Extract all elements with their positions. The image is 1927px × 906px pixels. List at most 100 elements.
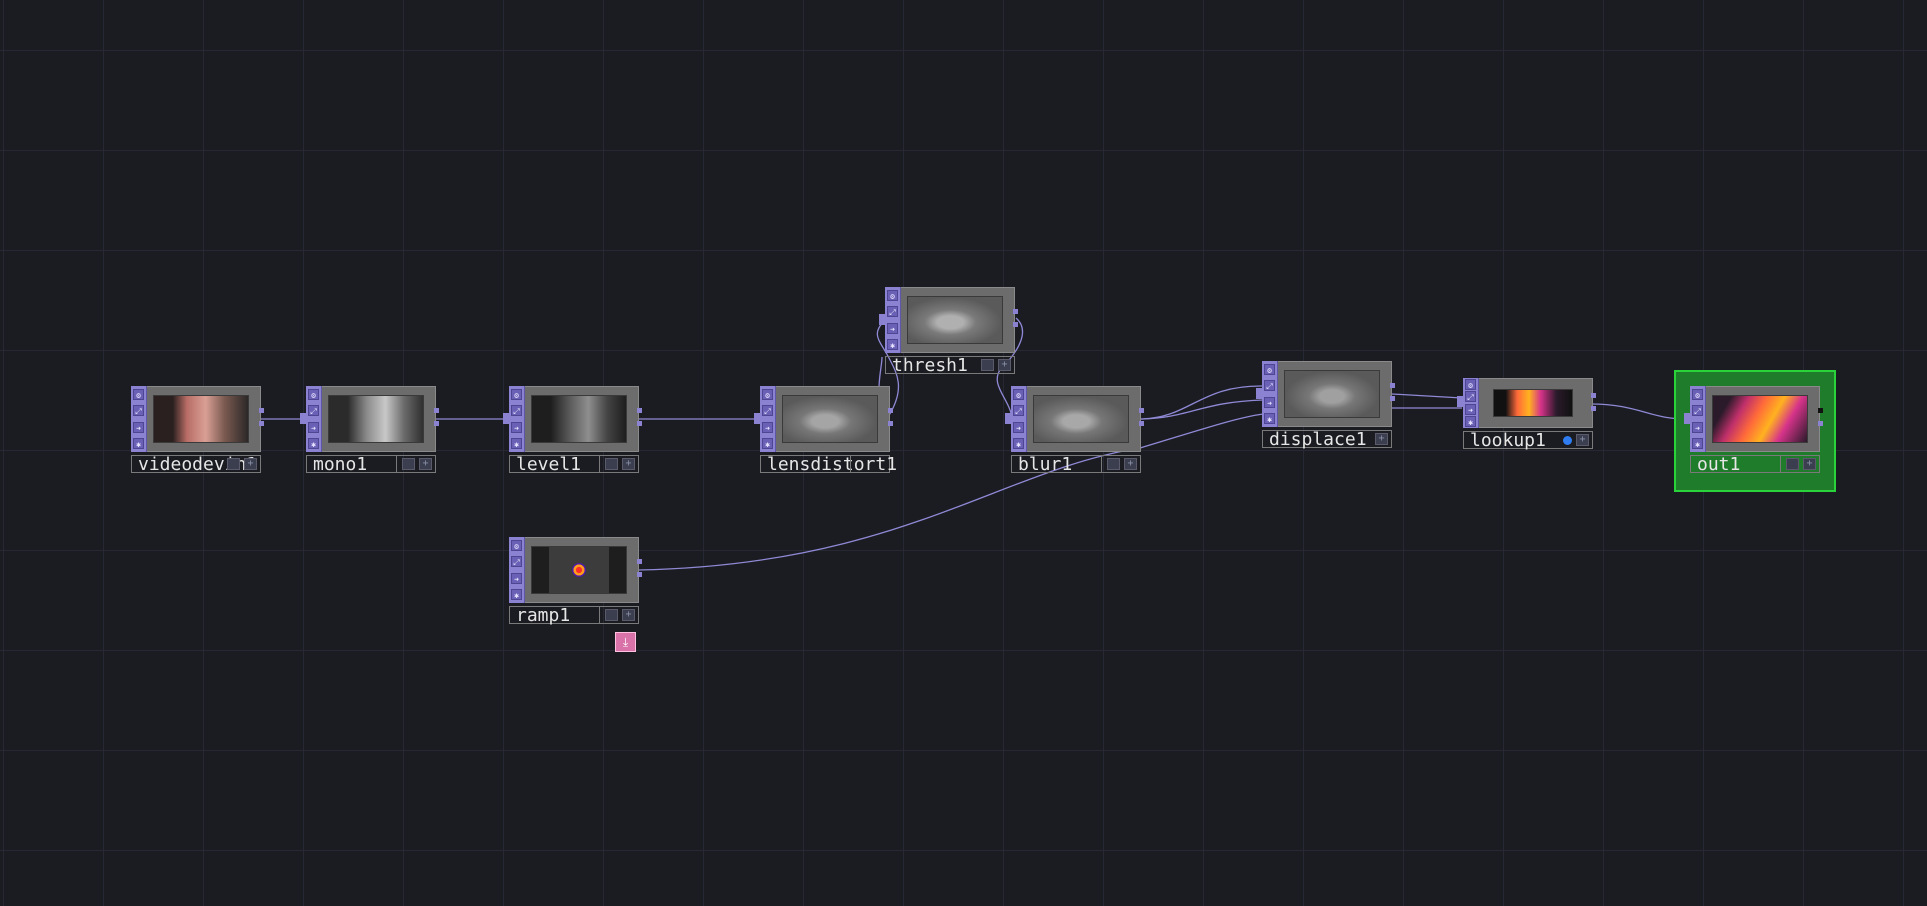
add-icon[interactable]: + xyxy=(1576,434,1589,446)
lock-icon[interactable]: ✱ xyxy=(1692,438,1703,450)
node-outlet[interactable] xyxy=(1591,393,1596,411)
viewer-toggle-button[interactable] xyxy=(402,458,415,470)
bypass-icon[interactable]: ⤢ xyxy=(511,405,522,417)
node-out1[interactable]: ⚙ ⤢ ➜ ✱ out1 + xyxy=(1684,386,1823,476)
add-icon[interactable]: + xyxy=(1124,458,1137,470)
node-mono1[interactable]: ⚙ ⤢ ➜ ✱ mono1 + xyxy=(300,386,439,476)
lock-icon[interactable]: ✱ xyxy=(762,438,773,450)
gear-icon[interactable]: ⚙ xyxy=(511,539,522,551)
node-outlet[interactable] xyxy=(637,559,642,577)
node-level1[interactable]: ⚙ ⤢ ➜ ✱ level1 + xyxy=(503,386,642,476)
node-thumbnail xyxy=(531,546,627,594)
node-outlet[interactable] xyxy=(259,408,264,426)
display-icon[interactable]: ➜ xyxy=(887,322,898,334)
display-icon[interactable]: ➜ xyxy=(1013,421,1024,433)
bypass-icon[interactable]: ⤢ xyxy=(1692,405,1703,417)
gear-icon[interactable]: ⚙ xyxy=(133,388,144,400)
lock-icon[interactable]: ✱ xyxy=(133,438,144,450)
node-outlet[interactable] xyxy=(888,408,893,426)
gear-icon[interactable]: ⚙ xyxy=(1264,363,1275,375)
bypass-icon[interactable]: ⤢ xyxy=(1264,380,1275,392)
add-icon[interactable]: + xyxy=(998,359,1011,371)
node-displace1[interactable]: ⚙ ⤢ ➜ ✱ displace1 + xyxy=(1256,361,1395,451)
add-icon[interactable]: + xyxy=(1375,433,1388,445)
gear-icon[interactable]: ⚙ xyxy=(1692,388,1703,400)
node-name[interactable]: lensdistort1 xyxy=(767,455,897,475)
display-icon[interactable]: ➜ xyxy=(308,421,319,433)
node-name-bar[interactable]: level1 + xyxy=(509,455,639,475)
node-thumbnail xyxy=(1493,389,1573,417)
viewer-toggle-button[interactable] xyxy=(1786,458,1799,470)
node-blur1[interactable]: ⚙ ⤢ ➜ ✱ blur1 + xyxy=(1005,386,1144,476)
node-lensdistort1[interactable]: ⚙ ⤢ ➜ ✱ lensdistort1 xyxy=(754,386,897,476)
lock-icon[interactable]: ✱ xyxy=(887,339,898,351)
node-outlet[interactable] xyxy=(1390,383,1395,401)
add-icon[interactable]: + xyxy=(419,458,432,470)
bypass-icon[interactable]: ⤢ xyxy=(762,405,773,417)
node-outlet[interactable] xyxy=(434,408,439,426)
bypass-icon[interactable]: ⤢ xyxy=(1013,405,1024,417)
display-icon[interactable]: ➜ xyxy=(1264,396,1275,408)
node-thresh1[interactable]: ⚙ ⤢ ➜ ✱ thresh1 + xyxy=(879,287,1018,377)
node-name-bar[interactable]: videodevin1 + xyxy=(131,455,261,475)
node-name[interactable]: lookup1 xyxy=(1470,431,1546,451)
node-name[interactable]: displace1 xyxy=(1269,430,1367,450)
viewer-toggle-button[interactable] xyxy=(981,359,994,371)
node-name[interactable]: thresh1 xyxy=(892,356,968,376)
node-name[interactable]: mono1 xyxy=(313,455,367,475)
gear-icon[interactable]: ⚙ xyxy=(1013,388,1024,400)
add-icon[interactable]: + xyxy=(1803,458,1816,470)
lock-icon[interactable]: ✱ xyxy=(511,589,522,601)
add-icon[interactable]: + xyxy=(244,458,257,470)
lock-icon[interactable]: ✱ xyxy=(511,438,522,450)
node-name-bar[interactable]: lensdistort1 xyxy=(760,455,897,475)
node-outlet[interactable] xyxy=(1139,408,1144,426)
node-name-bar[interactable]: lookup1 + xyxy=(1463,431,1593,451)
node-outlet[interactable] xyxy=(1818,408,1823,426)
viewer-toggle-button[interactable] xyxy=(605,609,618,621)
gear-icon[interactable]: ⚙ xyxy=(887,289,898,301)
gear-icon[interactable]: ⚙ xyxy=(762,388,773,400)
gear-icon[interactable]: ⚙ xyxy=(308,388,319,400)
viewer-toggle-button[interactable] xyxy=(1107,458,1120,470)
node-name-bar[interactable]: mono1 + xyxy=(306,455,436,475)
node-name-bar[interactable]: displace1 + xyxy=(1262,430,1392,450)
viewer-toggle-button[interactable] xyxy=(605,458,618,470)
node-name-bar[interactable]: thresh1 + xyxy=(885,356,1015,376)
display-icon[interactable]: ➜ xyxy=(133,421,144,433)
bypass-icon[interactable]: ⤢ xyxy=(133,405,144,417)
display-icon[interactable]: ➜ xyxy=(1465,403,1476,415)
display-icon[interactable]: ➜ xyxy=(511,421,522,433)
lock-icon[interactable]: ✱ xyxy=(1465,416,1476,428)
bypass-icon[interactable]: ⤢ xyxy=(887,306,898,318)
bypass-icon[interactable]: ⤢ xyxy=(1465,391,1476,403)
node-name-bar[interactable]: out1 + xyxy=(1690,455,1820,475)
node-name[interactable]: blur1 xyxy=(1018,455,1072,475)
add-icon[interactable]: + xyxy=(622,609,635,621)
node-name[interactable]: level1 xyxy=(516,455,581,475)
name-divider xyxy=(599,456,600,472)
node-name[interactable]: out1 xyxy=(1697,455,1740,475)
pin-icon[interactable]: ⤓ xyxy=(615,632,636,652)
node-name-bar[interactable]: ramp1 + xyxy=(509,606,639,626)
node-ramp1[interactable]: ⚙ ⤢ ➜ ✱ ramp1 + xyxy=(509,537,642,627)
node-name-bar[interactable]: blur1 + xyxy=(1011,455,1141,475)
viewer-toggle-button[interactable] xyxy=(227,458,240,470)
display-icon[interactable]: ➜ xyxy=(511,572,522,584)
node-outlet[interactable] xyxy=(1013,309,1018,327)
lock-icon[interactable]: ✱ xyxy=(1264,413,1275,425)
node-outlet[interactable] xyxy=(637,408,642,426)
display-icon[interactable]: ➜ xyxy=(1692,421,1703,433)
bypass-icon[interactable]: ⤢ xyxy=(308,405,319,417)
viewer-active-icon[interactable] xyxy=(1563,436,1572,445)
node-name[interactable]: ramp1 xyxy=(516,606,570,626)
node-lookup1[interactable]: ⚙ ⤢ ➜ ✱ lookup1 + xyxy=(1457,378,1596,468)
bypass-icon[interactable]: ⤢ xyxy=(511,556,522,568)
lock-icon[interactable]: ✱ xyxy=(308,438,319,450)
display-icon[interactable]: ➜ xyxy=(762,421,773,433)
gear-icon[interactable]: ⚙ xyxy=(511,388,522,400)
lock-icon[interactable]: ✱ xyxy=(1013,438,1024,450)
node-videodevin1[interactable]: ⚙ ⤢ ➜ ✱ videodevin1 + xyxy=(131,386,264,476)
add-icon[interactable]: + xyxy=(622,458,635,470)
gear-icon[interactable]: ⚙ xyxy=(1465,378,1476,390)
